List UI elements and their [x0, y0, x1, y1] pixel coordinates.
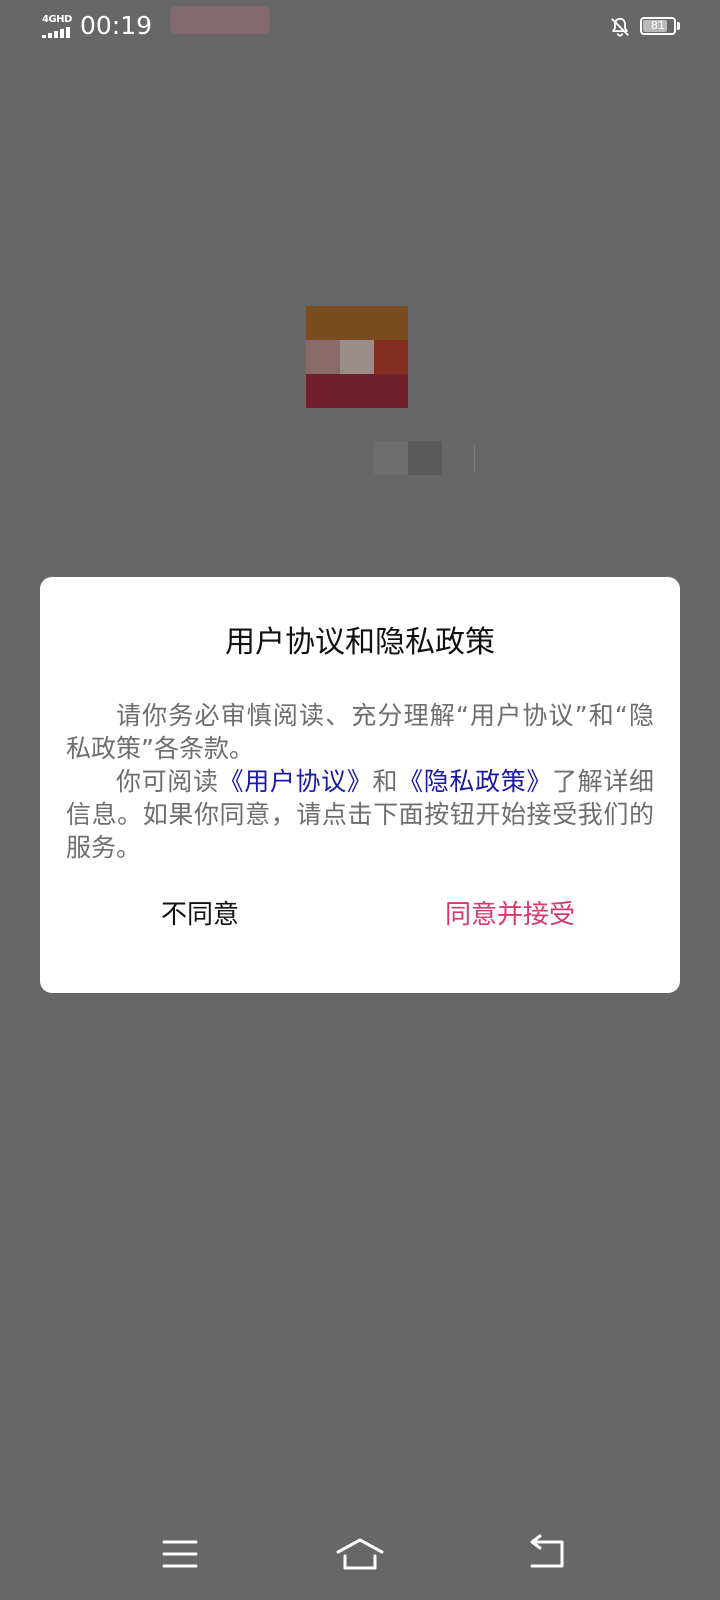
privacy-dialog: 用户协议和隐私政策 请你务必审慎阅读、充分理解“用户协议”和“隐私政策”各条款。… [40, 577, 680, 993]
dialog-body: 请你务必审慎阅读、充分理解“用户协议”和“隐私政策”各条款。 你可阅读《用户协议… [66, 699, 654, 864]
status-bar: 4GHD 00:19 81 [0, 0, 720, 56]
agree-accept-button[interactable]: 同意并接受 [420, 891, 600, 939]
signal-icon: 4GHD [42, 14, 74, 40]
status-time: 00:19 [80, 11, 153, 40]
back-icon[interactable] [518, 1532, 578, 1576]
navigation-bar [0, 1520, 720, 1600]
paragraph-2-prefix: 你可阅读 [116, 767, 219, 796]
app-name [374, 441, 442, 475]
app-logo [306, 306, 408, 408]
menu-icon[interactable] [150, 1532, 210, 1576]
disagree-button[interactable]: 不同意 [140, 891, 260, 939]
dialog-paragraph-1: 请你务必审慎阅读、充分理解“用户协议”和“隐私政策”各条款。 [66, 701, 654, 763]
privacy-policy-link[interactable]: 《隐私政策》 [398, 767, 552, 796]
battery-percent: 81 [651, 19, 665, 32]
dialog-title: 用户协议和隐私政策 [225, 625, 495, 660]
network-type: 4GHD [42, 14, 72, 25]
text-cursor [474, 445, 475, 473]
home-icon[interactable] [330, 1532, 390, 1576]
battery-tip [677, 22, 680, 30]
dialog-paragraph-2: 你可阅读《用户协议》和《隐私政策》了解详细信息。如果你同意，请点击下面按钮开始接… [66, 765, 654, 864]
paragraph-2-and: 和 [372, 767, 399, 796]
user-agreement-link[interactable]: 《用户协议》 [219, 767, 373, 796]
bell-off-icon [611, 17, 629, 37]
battery-icon: 81 [640, 17, 676, 35]
blurred-notification [170, 6, 270, 34]
